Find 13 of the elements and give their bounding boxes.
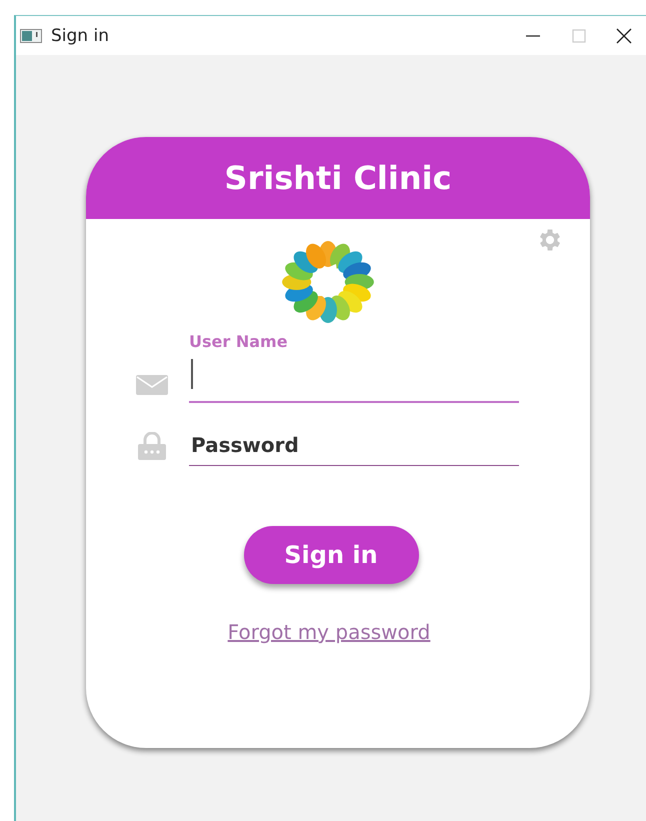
forgot-password-link[interactable]: Forgot my password — [228, 620, 430, 644]
window-title: Sign in — [51, 26, 110, 46]
app-icon — [20, 28, 42, 42]
clinic-title: Srishti Clinic — [224, 159, 452, 197]
minimize-icon — [526, 34, 540, 36]
lock-icon — [136, 432, 168, 460]
maximize-icon — [571, 28, 587, 44]
close-icon — [616, 28, 632, 44]
sign-in-button[interactable]: Sign in — [244, 526, 418, 584]
username-field[interactable] — [189, 357, 519, 403]
field-label: User Name — [189, 332, 289, 351]
password-field[interactable]: Password — [189, 425, 519, 466]
envelope-icon — [136, 375, 168, 395]
